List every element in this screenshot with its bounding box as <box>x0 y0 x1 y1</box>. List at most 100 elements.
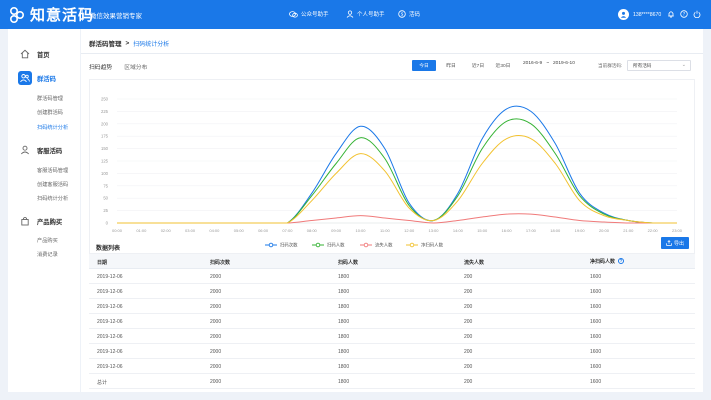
cell-lost-users: 200 <box>464 379 473 385</box>
tab-region[interactable]: 区域分布 <box>124 62 147 71</box>
cell-scan-count: 2000 <box>210 289 222 295</box>
x-tick-label: 12:00 <box>404 228 415 233</box>
cell-date: 2019-12-06 <box>97 334 123 340</box>
cell-date: 总计 <box>97 380 108 386</box>
table-row: 2019-12-06 2000 1800 200 1600 <box>89 344 695 359</box>
cell-scan-count: 2000 <box>210 349 222 355</box>
x-tick-label: 18:00 <box>550 228 561 233</box>
x-tick-label: 05:00 <box>234 228 245 233</box>
sidebar-item-product-purchase[interactable]: 产品购买 <box>37 237 58 244</box>
sidebar-group-group-qrcode[interactable]: 群活码 <box>18 71 56 85</box>
sidebar-item-create-service-qrcode[interactable]: 创建客服活码 <box>37 181 68 188</box>
cell-net-users: 1600 <box>590 364 602 370</box>
filter-label: 当前群活码: <box>598 63 623 68</box>
cell-date: 2019-12-06 <box>97 289 123 295</box>
cell-lost-users: 200 <box>464 289 473 295</box>
tab-trend[interactable]: 扫码趋势 <box>89 62 112 71</box>
cell-scan-count: 2000 <box>210 319 222 325</box>
cell-lost-users: 200 <box>464 364 473 370</box>
cell-scan-count: 2000 <box>210 364 222 370</box>
sidebar-group-service-qrcode[interactable]: 客服活码 <box>18 143 62 157</box>
y-tick-label: 25 <box>103 208 108 213</box>
legend-marker-dot <box>363 242 369 248</box>
top-bar: 知意活码 微信效果营销专家 公众号助手 个人号助手 $ 活码 138****86… <box>0 0 711 29</box>
y-tick-label: 75 <box>103 183 108 188</box>
legend-marker-dot <box>315 242 321 248</box>
data-table: 日期 扫码次数 扫码人数 流失人数 净扫码人数? 2019-12-06 2000 1… <box>89 254 695 389</box>
nav-label: 活码 <box>409 12 421 18</box>
cell-scan-users: 1800 <box>338 364 350 370</box>
user-menu[interactable]: 138****8670 <box>618 9 661 20</box>
sidebar-item-create-group-qrcode[interactable]: 创建群活码 <box>37 109 63 116</box>
cell-net-users: 1600 <box>590 289 602 295</box>
series-line-1 <box>116 118 677 224</box>
date-range-picker[interactable]: 2016-6-9 ~ 2019-6-10 <box>523 61 575 66</box>
sidebar-item-home[interactable]: 首页 <box>18 47 50 61</box>
breadcrumb-parent[interactable]: 群活码管理 <box>89 38 122 48</box>
sidebar-item-group-qrcode-manage[interactable]: 群活码管理 <box>37 95 63 102</box>
sidebar-group-label: 产品购买 <box>37 218 63 226</box>
x-tick-label: 03:00 <box>185 228 196 233</box>
table-row: 2019-12-06 2000 1800 200 1600 <box>89 299 695 314</box>
bag-icon <box>21 216 29 226</box>
y-tick-label: 50 <box>103 196 108 201</box>
legend-label: 流失人数 <box>375 242 393 249</box>
qrcode-filter-select[interactable]: 所有活码 ⌄ <box>627 60 691 71</box>
sidebar-item-consumption-records[interactable]: 消费记录 <box>37 251 58 258</box>
date-separator: ~ <box>546 61 550 66</box>
logo-text: 知意活码 <box>30 7 95 24</box>
x-tick-label: 06:00 <box>258 228 269 233</box>
x-tick-label: 13:00 <box>429 228 440 233</box>
date-start: 2016-6-9 <box>523 61 543 66</box>
logo-subtitle: 微信效果营销专家 <box>90 13 142 20</box>
power-icon[interactable] <box>693 10 701 18</box>
table-row: 2019-12-06 2000 1800 200 1600 <box>89 269 695 284</box>
x-tick-label: 09:00 <box>331 228 342 233</box>
export-label: 导出 <box>673 240 684 247</box>
legend-marker-dot <box>409 242 415 248</box>
cell-net-users: 1600 <box>590 274 602 280</box>
cell-scan-count: 2000 <box>210 274 222 280</box>
help-icon[interactable]: ? <box>618 257 625 264</box>
nav-qrcode[interactable]: $ 活码 <box>398 10 420 18</box>
sidebar-item-service-scan-stats[interactable]: 扫码统计分析 <box>37 195 68 202</box>
table-row: 2019-12-06 2000 1800 200 1600 <box>89 284 695 299</box>
sidebar-group-label: 客服活码 <box>37 147 63 155</box>
range-today-button[interactable]: 今日 <box>412 60 436 71</box>
breadcrumb-current: 扫码统计分析 <box>133 41 170 48</box>
cell-scan-count: 2000 <box>210 334 222 340</box>
x-tick-label: 01:00 <box>136 228 147 233</box>
avatar <box>618 9 629 20</box>
nav-label: 个人号助手 <box>357 12 385 18</box>
user-phone: 138****8670 <box>633 11 662 18</box>
range-yesterday-button[interactable]: 昨日 <box>439 60 463 71</box>
x-tick-label: 22:00 <box>648 228 659 233</box>
x-tick-label: 08:00 <box>307 228 318 233</box>
sidebar-item-scan-stats[interactable]: 扫码统计分析 <box>37 124 68 131</box>
cell-scan-users: 1800 <box>338 379 350 385</box>
nav-personal-account[interactable]: 个人号助手 <box>346 10 385 18</box>
export-icon <box>666 240 672 246</box>
cell-net-users: 1600 <box>590 319 602 325</box>
wechat-icon <box>289 10 298 17</box>
y-tick-label: 125 <box>101 159 109 164</box>
column-header-scan-users: 扫码人数 <box>338 260 359 266</box>
sidebar-group-label: 群活码 <box>37 75 56 83</box>
bell-icon[interactable] <box>667 10 675 18</box>
export-button[interactable]: 导出 <box>661 237 689 249</box>
x-tick-label: 20:00 <box>599 228 610 233</box>
nav-official-account[interactable]: 公众号助手 <box>289 10 329 18</box>
person-icon <box>346 10 354 18</box>
cell-scan-count: 2000 <box>210 304 222 310</box>
sidebar-item-service-qrcode-manage[interactable]: 客服活码管理 <box>37 167 68 174</box>
cell-date: 2019-12-06 <box>97 319 123 325</box>
cell-date: 2019-12-06 <box>97 274 123 280</box>
cell-lost-users: 200 <box>464 274 473 280</box>
range-30days-button[interactable]: 近30日 <box>491 60 515 71</box>
range-7days-button[interactable]: 近7日 <box>466 60 490 71</box>
cell-lost-users: 200 <box>464 349 473 355</box>
cell-lost-users: 200 <box>464 334 473 340</box>
help-circle-icon[interactable]: ? <box>680 10 688 18</box>
y-tick-label: 100 <box>101 171 109 176</box>
sidebar-group-purchase[interactable]: 产品购买 <box>18 214 62 228</box>
